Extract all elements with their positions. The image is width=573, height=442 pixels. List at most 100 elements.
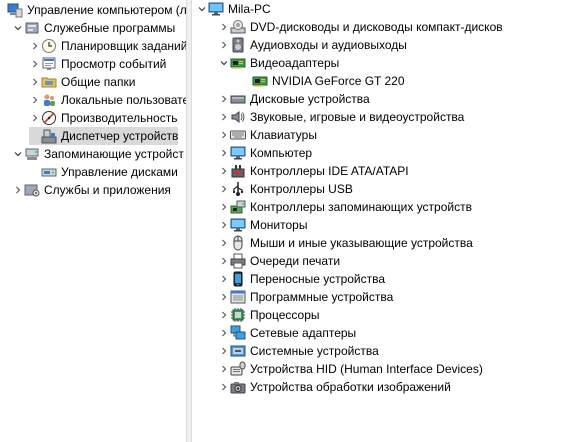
users-icon — [41, 92, 57, 108]
software-device-icon — [230, 289, 246, 305]
device-tree-item-14[interactable]: Очереди печати — [218, 252, 340, 270]
console-tree-item-5[interactable]: Локальные пользовате — [29, 91, 186, 109]
console-tree-item-label: Планировщик заданий — [61, 39, 186, 53]
console-tree-item-2[interactable]: Планировщик заданий — [29, 37, 186, 55]
monitor-icon — [230, 217, 246, 233]
computer-icon — [208, 1, 224, 17]
console-tree-item-0[interactable]: Управление компьютером (л — [0, 1, 186, 19]
chevron-down-icon[interactable] — [12, 19, 24, 37]
device-tree-item-label: Переносные устройства — [250, 272, 386, 286]
device-tree-item-label: Mila-PC — [228, 2, 271, 16]
chevron-right-icon[interactable] — [218, 288, 230, 306]
console-tree-item-7[interactable]: Диспетчер устройств — [29, 127, 179, 145]
console-tree-item-10[interactable]: Службы и приложения — [12, 181, 171, 199]
device-tree-item-2[interactable]: Аудиовходы и аудиовыходы — [218, 36, 407, 54]
network-adapter-icon — [230, 325, 246, 341]
chevron-right-icon[interactable] — [218, 108, 230, 126]
console-tree: Управление компьютером (л Служебные прогр… — [0, 0, 186, 442]
device-tree-item-12[interactable]: Мониторы — [218, 216, 307, 234]
chevron-right-icon[interactable] — [218, 126, 230, 144]
chevron-right-icon[interactable] — [218, 324, 230, 342]
device-tree-item-label: Системные устройства — [250, 344, 379, 358]
storage-icon — [24, 146, 40, 162]
device-tree-item-17[interactable]: Процессоры — [218, 306, 320, 324]
device-tree-item-5[interactable]: Дисковые устройства — [218, 90, 370, 108]
chevron-right-icon[interactable] — [218, 306, 230, 324]
device-tree-item-15[interactable]: Переносные устройства — [218, 270, 385, 288]
device-tree-item-11[interactable]: Контроллеры запоминающих устройств — [218, 198, 472, 216]
device-tree-item-7[interactable]: Клавиатуры — [218, 126, 317, 144]
device-tree-item-21[interactable]: Устройства обработки изображений — [218, 378, 451, 396]
console-tree-item-label: Службы и приложения — [44, 183, 171, 197]
chevron-right-icon[interactable] — [218, 18, 230, 36]
chevron-right-icon[interactable] — [218, 144, 230, 162]
ide-controller-icon — [230, 163, 246, 179]
chevron-right-icon[interactable] — [218, 180, 230, 198]
disk-drive-icon — [230, 91, 246, 107]
device-tree-item-label: Очереди печати — [250, 254, 341, 268]
console-tree-item-6[interactable]: Производительность — [29, 109, 177, 127]
sound-icon — [230, 109, 246, 125]
device-tree-item-10[interactable]: Контроллеры USB — [218, 180, 353, 198]
chevron-right-icon[interactable] — [218, 252, 230, 270]
monitor-icon — [230, 145, 246, 161]
chevron-right-icon[interactable] — [218, 90, 230, 108]
console-tree-item-1[interactable]: Служебные программы — [12, 19, 175, 37]
chevron-right-icon[interactable] — [218, 342, 230, 360]
event-viewer-icon — [41, 56, 57, 72]
device-tree-item-label: Контроллеры запоминающих устройств — [250, 200, 472, 214]
chevron-down-icon[interactable] — [218, 54, 230, 72]
device-tree-item-6[interactable]: Звуковые, игровые и видеоустройства — [218, 108, 464, 126]
device-tree-item-label: Программные устройства — [250, 290, 394, 304]
device-tree-item-label: Видеоадаптеры — [250, 56, 340, 70]
device-tree-item-19[interactable]: Системные устройства — [218, 342, 379, 360]
printer-icon — [230, 253, 246, 269]
device-tree-item-label: Контроллеры IDE ATA/ATAPI — [250, 164, 409, 178]
device-tree-item-3[interactable]: Видеоадаптеры — [218, 54, 339, 72]
chevron-right-icon[interactable] — [218, 270, 230, 288]
device-tree-item-label: Звуковые, игровые и видеоустройства — [250, 110, 465, 124]
storage-controller-icon — [230, 199, 246, 215]
console-tree-item-label: Служебные программы — [44, 21, 176, 35]
console-tree-item-9[interactable]: Управление дисками — [29, 163, 178, 181]
console-tree-item-4[interactable]: Общие папки — [29, 73, 135, 91]
console-tree-item-label: Диспетчер устройств — [61, 129, 179, 143]
device-tree-item-label: Аудиовходы и аудиовыходы — [250, 38, 407, 52]
device-tree-item-label: Клавиатуры — [250, 128, 317, 142]
usb-icon — [230, 181, 246, 197]
chevron-right-icon[interactable] — [218, 36, 230, 54]
device-tree-item-4[interactable]: NVIDIA GeForce GT 220 — [240, 72, 405, 90]
device-tree-item-label: Контроллеры USB — [250, 182, 353, 196]
chevron-right-icon[interactable] — [218, 216, 230, 234]
console-tree-item-8[interactable]: Запоминающие устройст — [12, 145, 184, 163]
chevron-right-icon[interactable] — [218, 198, 230, 216]
device-tree-item-label: NVIDIA GeForce GT 220 — [272, 74, 405, 88]
chevron-right-icon[interactable] — [29, 37, 41, 55]
device-tree-item-13[interactable]: Мыши и иные указывающие устройства — [218, 234, 473, 252]
console-tree-item-3[interactable]: Просмотр событий — [29, 55, 166, 73]
computer-management-icon — [7, 2, 23, 18]
device-tree-item-1[interactable]: DVD-дисководы и дисководы компакт-дисков — [218, 18, 503, 36]
chevron-right-icon[interactable] — [218, 234, 230, 252]
device-tree-item-16[interactable]: Программные устройства — [218, 288, 393, 306]
chevron-down-icon[interactable] — [12, 145, 24, 163]
chevron-right-icon[interactable] — [12, 181, 24, 199]
chevron-right-icon[interactable] — [29, 55, 41, 73]
device-tree-item-20[interactable]: Устройства HID (Human Interface Devices) — [218, 360, 483, 378]
chevron-right-icon[interactable] — [218, 162, 230, 180]
device-tree-item-8[interactable]: Компьютер — [218, 144, 312, 162]
chevron-right-icon[interactable] — [218, 378, 230, 396]
console-tree-item-label: Общие папки — [61, 75, 136, 89]
chevron-right-icon[interactable] — [29, 91, 41, 109]
device-tree-item-0[interactable]: Mila-PC — [196, 0, 271, 18]
clock-icon — [41, 38, 57, 54]
mouse-icon — [230, 235, 246, 251]
chevron-right-icon[interactable] — [218, 360, 230, 378]
chevron-down-icon[interactable] — [196, 0, 208, 18]
chevron-right-icon[interactable] — [29, 73, 41, 91]
chevron-right-icon[interactable] — [29, 109, 41, 127]
device-tree-item-9[interactable]: Контроллеры IDE ATA/ATAPI — [218, 162, 409, 180]
device-tree-item-18[interactable]: Сетевые адаптеры — [218, 324, 356, 342]
